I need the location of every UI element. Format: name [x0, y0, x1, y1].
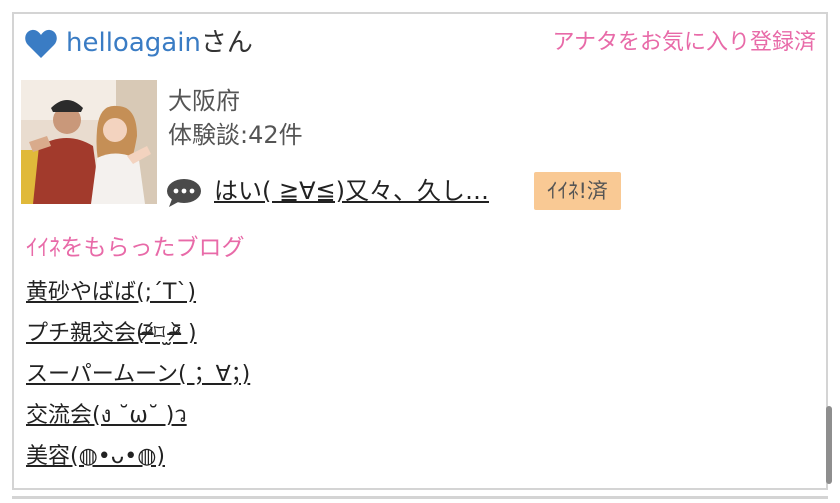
speech-bubble-icon [167, 179, 201, 207]
prefecture: 大阪府 [168, 87, 240, 115]
username-link[interactable]: helloagain [66, 28, 201, 58]
profile-photo-image [21, 80, 157, 204]
list-item: 交流会(ง ˘ω˘ )ว [26, 401, 250, 442]
liked-blogs-title: ｲｲﾈをもらったブログ [26, 235, 245, 261]
blog-link[interactable]: 美容(◍•ᴗ•◍) [26, 444, 165, 469]
list-item: プチ親交会(ᵒ̴̶̷᷄⌑ ̫ᵒ̴̶̷᷅ ) [26, 319, 250, 360]
like-done-badge: ｲｲﾈ!済 [534, 172, 621, 210]
experience-count: 体験談:42件 [168, 121, 303, 149]
username[interactable]: helloagainさん [66, 26, 253, 60]
list-item: スーパームーン( ；∀；) [26, 360, 250, 401]
scrollbar[interactable] [826, 406, 832, 484]
list-item: 黄砂やばば(;´T`) [26, 278, 250, 319]
card-header: helloagainさん アナタをお気に入り登録済 [24, 24, 816, 64]
profile-photo[interactable] [21, 80, 157, 204]
heart-icon [25, 29, 57, 58]
comment-link[interactable]: はい( ≧∀≦)又々、久し… [214, 176, 489, 206]
blog-link[interactable]: プチ親交会(ᵒ̴̶̷᷄⌑ ̫ᵒ̴̶̷᷅ ) [26, 321, 197, 346]
liked-blogs-list: 黄砂やばば(;´T`) プチ親交会(ᵒ̴̶̷᷄⌑ ̫ᵒ̴̶̷᷅ ) スーパームー… [26, 278, 250, 483]
profile-card: helloagainさん アナタをお気に入り登録済 大阪府 体験談:42件 はい… [12, 12, 828, 490]
list-item: 美容(◍•ᴗ•◍) [26, 442, 250, 483]
blog-link[interactable]: 交流会(ง ˘ω˘ )ว [26, 403, 187, 428]
blog-link[interactable]: 黄砂やばば(;´T`) [26, 280, 196, 305]
divider [12, 496, 828, 499]
blog-link[interactable]: スーパームーン( ；∀；) [26, 362, 250, 387]
favorite-status: アナタをお気に入り登録済 [552, 30, 816, 55]
username-suffix: さん [200, 28, 253, 58]
